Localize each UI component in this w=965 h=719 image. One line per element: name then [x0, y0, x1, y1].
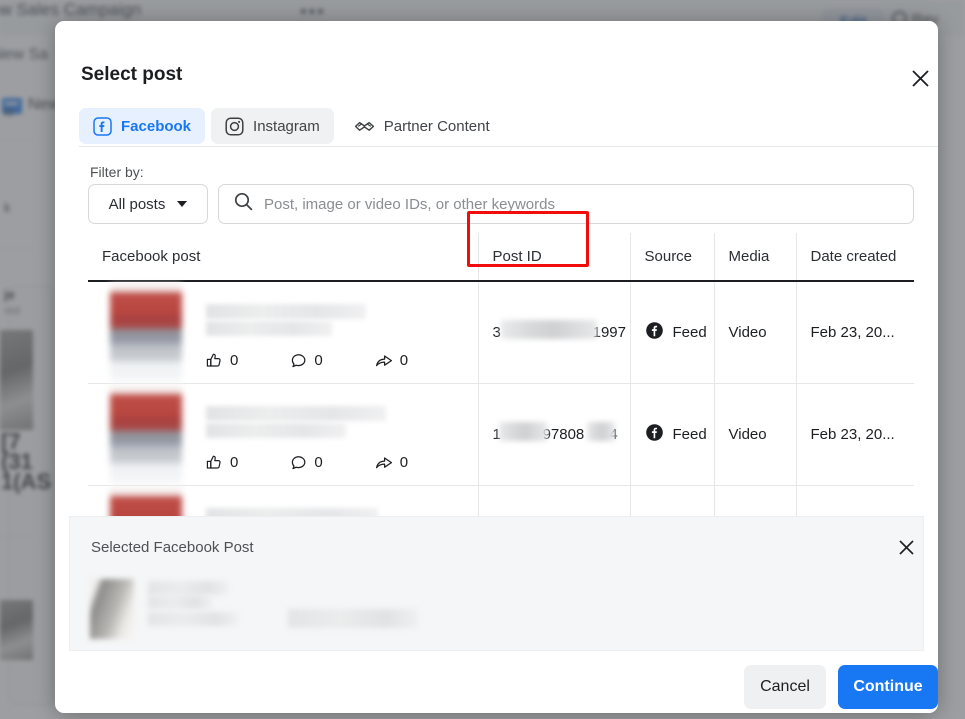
- post-filter-value: All posts: [108, 195, 166, 213]
- comment-icon: [290, 454, 307, 471]
- column-header-source[interactable]: Source: [630, 233, 715, 282]
- post-id-prefix: 3: [492, 324, 501, 341]
- media-cell: Video: [714, 281, 797, 384]
- selected-post-title: Selected Facebook Post: [91, 539, 254, 556]
- platform-tabs: Facebook Instagram Partner Content: [79, 108, 504, 144]
- column-header-date-created[interactable]: Date created: [796, 233, 914, 282]
- facebook-icon: [93, 116, 112, 136]
- filter-by-label: Filter by:: [90, 164, 144, 180]
- selected-post-text-line: [148, 581, 228, 595]
- tab-partner-content-label: Partner Content: [383, 117, 490, 135]
- selected-post-text-line: [148, 595, 212, 609]
- media-cell: Video: [714, 383, 797, 486]
- comment-icon: [290, 352, 307, 369]
- source-label: Feed: [672, 426, 707, 443]
- comment-count: 0: [290, 454, 323, 471]
- post-id-suffix: 1997: [592, 324, 626, 341]
- tab-facebook[interactable]: Facebook: [79, 108, 206, 144]
- tab-facebook-label: Facebook: [121, 117, 192, 135]
- post-id-cell: 1_____97808___4: [478, 383, 631, 486]
- column-header-post-id[interactable]: Post ID: [478, 233, 631, 282]
- source-label: Feed: [672, 324, 707, 341]
- share-count: 0: [375, 352, 408, 369]
- post-text-line: [206, 406, 386, 421]
- selected-post-panel: Selected Facebook Post: [69, 516, 924, 651]
- continue-button[interactable]: Continue: [838, 665, 938, 709]
- comment-count: 0: [290, 352, 323, 369]
- share-icon: [375, 352, 393, 369]
- cancel-button[interactable]: Cancel: [744, 665, 826, 709]
- date-cell: Feb 23, 20...: [796, 383, 914, 486]
- source-cell: Feed: [630, 383, 715, 486]
- post-thumbnail: [110, 386, 182, 483]
- tabs-divider: [79, 146, 938, 147]
- column-header-media[interactable]: Media: [714, 233, 797, 282]
- instagram-icon: [225, 116, 244, 136]
- facebook-circle-icon: [645, 423, 664, 446]
- search-input[interactable]: [264, 195, 884, 213]
- table-row[interactable]: 0 0: [88, 383, 914, 486]
- facebook-circle-icon: [645, 321, 664, 344]
- post-text-line: [206, 423, 346, 438]
- tab-instagram-label: Instagram: [253, 117, 320, 135]
- post-id-redaction: [500, 320, 597, 339]
- tab-instagram[interactable]: Instagram: [211, 108, 334, 144]
- posts-table-viewport: Facebook post Post ID Source Media Date …: [88, 233, 914, 533]
- select-post-dialog: Select post Facebook Instagram Partner C…: [55, 21, 938, 713]
- thumbs-up-icon: [206, 454, 223, 471]
- post-thumbnail: [110, 284, 182, 381]
- handshake-icon: [354, 117, 375, 136]
- share-icon: [375, 454, 393, 471]
- search-icon: [234, 192, 253, 216]
- post-id-cell: 3___________1997: [478, 281, 631, 384]
- search-box[interactable]: [218, 184, 914, 224]
- chevron-down-icon: [177, 201, 188, 207]
- close-icon[interactable]: [900, 58, 938, 98]
- selected-post-thumbnail: [90, 579, 134, 639]
- post-id-mid: 97808: [542, 426, 585, 443]
- post-filter-dropdown[interactable]: All posts: [88, 184, 208, 224]
- post-engagement: 0 0 0: [206, 352, 408, 369]
- table-row[interactable]: 0 0: [88, 281, 914, 384]
- posts-table: Facebook post Post ID Source Media Date …: [88, 233, 914, 533]
- selected-post-text-line: [148, 612, 238, 626]
- post-text-line: [206, 321, 332, 336]
- close-icon[interactable]: [890, 531, 922, 563]
- table-header-row: Facebook post Post ID Source Media Date …: [88, 233, 914, 282]
- date-cell: Feb 23, 20...: [796, 281, 914, 384]
- like-count: 0: [206, 352, 238, 369]
- share-count: 0: [375, 454, 408, 471]
- selected-post-text-line: [288, 609, 418, 628]
- dialog-title: Select post: [81, 64, 183, 85]
- source-cell: Feed: [630, 281, 715, 384]
- post-id-redaction: [498, 422, 547, 441]
- post-engagement: 0 0 0: [206, 454, 408, 471]
- post-id-redaction: [586, 422, 615, 441]
- post-text-line: [206, 304, 366, 319]
- column-header-facebook-post[interactable]: Facebook post: [88, 233, 479, 282]
- tab-partner-content[interactable]: Partner Content: [340, 108, 504, 144]
- thumbs-up-icon: [206, 352, 223, 369]
- like-count: 0: [206, 454, 238, 471]
